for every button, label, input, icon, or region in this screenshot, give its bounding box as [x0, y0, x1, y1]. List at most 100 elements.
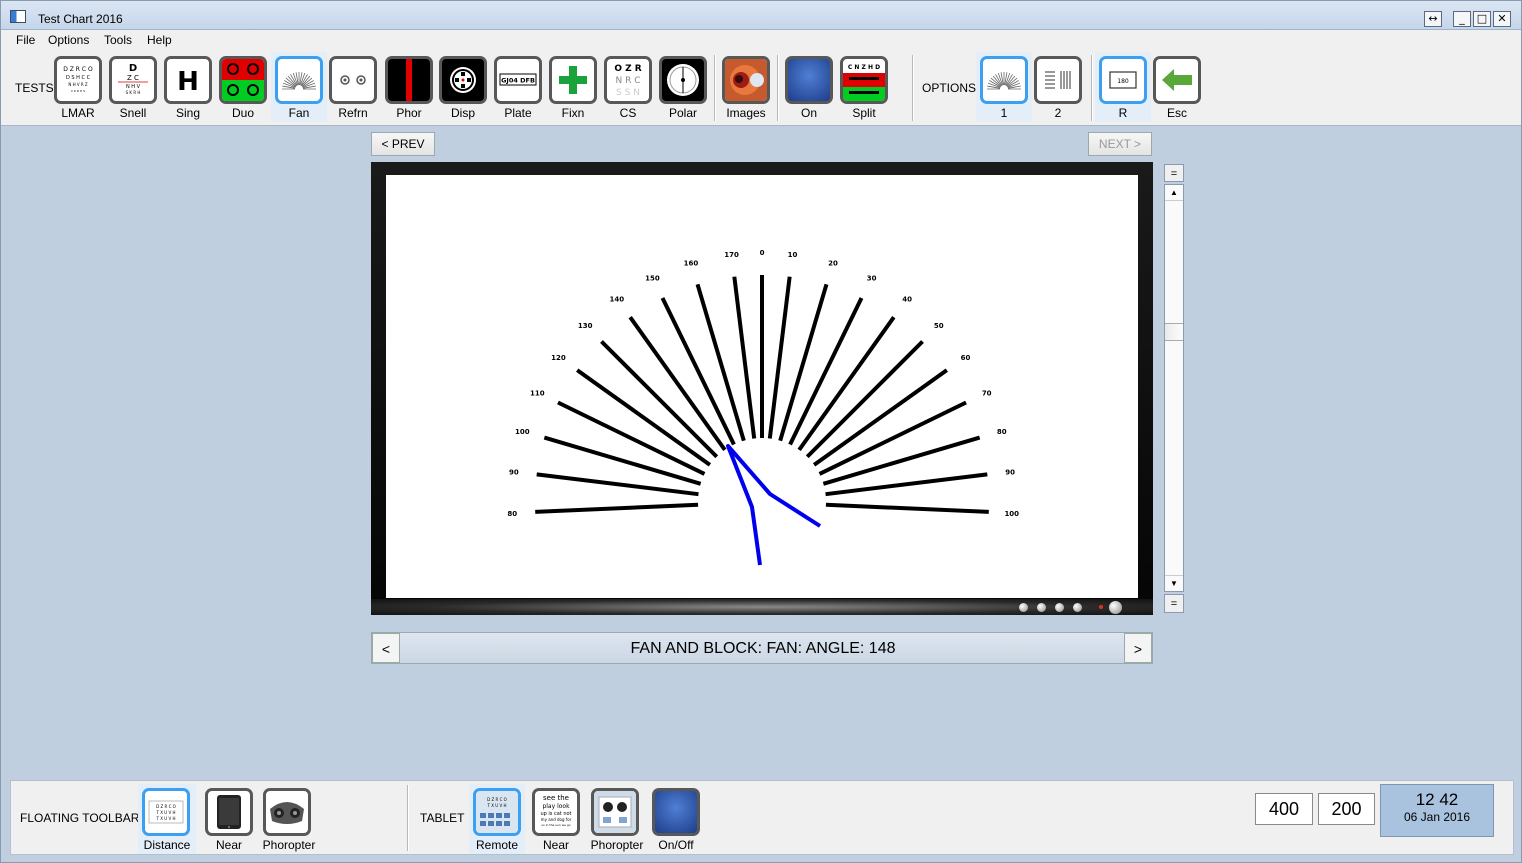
chart-display: 170 160 150 140 130 120 110 100 90 80 0 10 20 30 40 50 6…	[371, 162, 1153, 615]
lmar-button[interactable]: D Z R C O D S H C CN H V R Z C K R H S LMA…	[50, 52, 106, 122]
app-window: Test Chart 2016 ↔ _ □ ✕ File Options Too…	[0, 0, 1522, 863]
power-led	[1099, 605, 1103, 609]
status-text: FAN AND BLOCK: FAN: ANGLE: 148	[630, 640, 896, 657]
on-screen-icon	[785, 56, 833, 104]
svg-text:D: D	[129, 63, 137, 74]
phor-label: Phor	[396, 106, 422, 120]
svg-text:D Z R C O: D Z R C O	[487, 797, 507, 802]
single-letter-glyph: H	[177, 67, 199, 97]
maximize-button[interactable]: □	[1473, 11, 1491, 27]
fan-angle-label: 50	[934, 322, 944, 330]
phoropter-button[interactable]: Phoropter	[259, 784, 319, 854]
close-button[interactable]: ✕	[1493, 11, 1511, 27]
menu-options[interactable]: Options	[48, 33, 89, 47]
fan-spoke	[825, 502, 989, 514]
fan-option-icon	[980, 56, 1028, 104]
fan-angle-label: 40	[902, 295, 912, 303]
scroll-thumb[interactable]	[1165, 323, 1183, 341]
polar-button[interactable]: Polar	[655, 52, 711, 122]
lmar-label: LMAR	[61, 106, 95, 120]
scroll-down-button[interactable]: ▼	[1165, 575, 1183, 591]
status-prev-button[interactable]: <	[372, 633, 400, 663]
remote-button[interactable]: D Z R C OT X U V H Remote	[469, 784, 525, 854]
duochrome-icon	[219, 56, 267, 104]
toolbar-separator	[912, 55, 914, 121]
fixn-button[interactable]: Fixn	[545, 52, 601, 122]
esc-button[interactable]: Esc	[1149, 52, 1205, 122]
tablet-icon	[205, 788, 253, 836]
disp-button[interactable]: Disp	[435, 52, 491, 122]
near-label: Near	[215, 838, 242, 852]
fan-angle-label: 80	[997, 428, 1007, 436]
svg-text:D Z R C O: D Z R C O	[63, 66, 93, 73]
fan-button[interactable]: Fan	[271, 52, 327, 122]
polar-label: Polar	[668, 106, 697, 120]
svg-text:N R C: N R C	[616, 76, 641, 86]
toolbar-separator	[777, 55, 779, 121]
phor-button[interactable]: Phor	[381, 52, 437, 122]
disparity-icon	[439, 56, 487, 104]
minimize-button[interactable]: _	[1453, 11, 1471, 27]
scroll-top-button[interactable]: =	[1164, 164, 1184, 182]
size-value-field[interactable]: 200	[1318, 793, 1375, 825]
refrn-button[interactable]: Refrn	[325, 52, 381, 122]
menu-tools[interactable]: Tools	[104, 33, 132, 47]
clock-date: 06 Jan 2016	[1403, 810, 1471, 824]
fan-angle-label: 10	[788, 251, 798, 259]
duo-button[interactable]: Duo	[215, 52, 271, 122]
esc-label: Esc	[1166, 106, 1187, 120]
plate-label: Plate	[504, 106, 532, 120]
fixation-cross-icon	[549, 56, 597, 104]
snell-button[interactable]: DZ CN H VS K R H Snell	[105, 52, 161, 122]
phoropter-tablet-button[interactable]: Phoropter	[587, 784, 647, 854]
fan-angle-label: 100	[515, 428, 530, 436]
cs-button[interactable]: O Z R N R C S S N CS	[600, 52, 656, 122]
next-button[interactable]: NEXT >	[1088, 132, 1152, 156]
option-2-button[interactable]: 2	[1030, 52, 1086, 122]
reverse-label: R	[1118, 106, 1128, 120]
restore-size-button[interactable]: ↔	[1424, 11, 1442, 27]
phoria-icon	[385, 56, 433, 104]
distance-button[interactable]: D Z R C OT X U V HT X U V H Distance	[138, 784, 196, 854]
plate-icon: GJ04 DFB	[494, 56, 542, 104]
prev-button[interactable]: < PREV	[371, 132, 435, 156]
option-1-label: 1	[1000, 106, 1008, 120]
option-1-button[interactable]: 1	[976, 52, 1032, 122]
svg-text:C K R H S: C K R H S	[71, 89, 85, 93]
onoff-icon	[652, 788, 700, 836]
toolbar-separator	[407, 785, 409, 851]
fan-icon	[275, 56, 323, 104]
fan-angle-label: 170	[724, 251, 739, 259]
vertical-scrollbar[interactable]: ▲ ▼	[1164, 184, 1184, 592]
plate-button[interactable]: GJ04 DFB Plate	[490, 52, 546, 122]
single-letter-icon: H	[164, 56, 212, 104]
app-icon	[10, 10, 26, 23]
snell-label: Snell	[119, 106, 147, 120]
sing-button[interactable]: H Sing	[160, 52, 216, 122]
toolbar-separator	[714, 55, 716, 121]
near-button[interactable]: Near	[201, 784, 257, 854]
split-button[interactable]: C N Z H D Split	[836, 52, 892, 122]
distance-value-field[interactable]: 400	[1255, 793, 1313, 825]
images-button[interactable]: Images	[718, 52, 774, 122]
status-next-button[interactable]: >	[1124, 633, 1152, 663]
eye-image-icon	[722, 56, 770, 104]
reverse-button[interactable]: 180 R	[1095, 52, 1151, 122]
fan-label: Fan	[288, 106, 310, 120]
svg-text:T X U V H: T X U V H	[487, 803, 507, 808]
power-button	[1109, 601, 1122, 614]
fan-angle-label: 150	[645, 274, 660, 282]
fan-angle-label: 160	[684, 259, 699, 267]
svg-text:O Z R: O Z R	[614, 64, 641, 74]
near-text-button[interactable]: see the play look up is cat not my and dog …	[528, 784, 584, 854]
scroll-bottom-button[interactable]: =	[1164, 594, 1184, 613]
on-button[interactable]: On	[781, 52, 837, 122]
tablet-label: TABLET	[420, 811, 465, 825]
menu-file[interactable]: File	[16, 33, 35, 47]
onoff-button[interactable]: On/Off	[648, 784, 704, 854]
fan-angle-label: 30	[867, 274, 877, 282]
menu-help[interactable]: Help	[147, 33, 172, 47]
monitor-bezel	[371, 599, 1153, 615]
scroll-up-button[interactable]: ▲	[1165, 185, 1183, 201]
monitor-button	[1073, 603, 1082, 612]
